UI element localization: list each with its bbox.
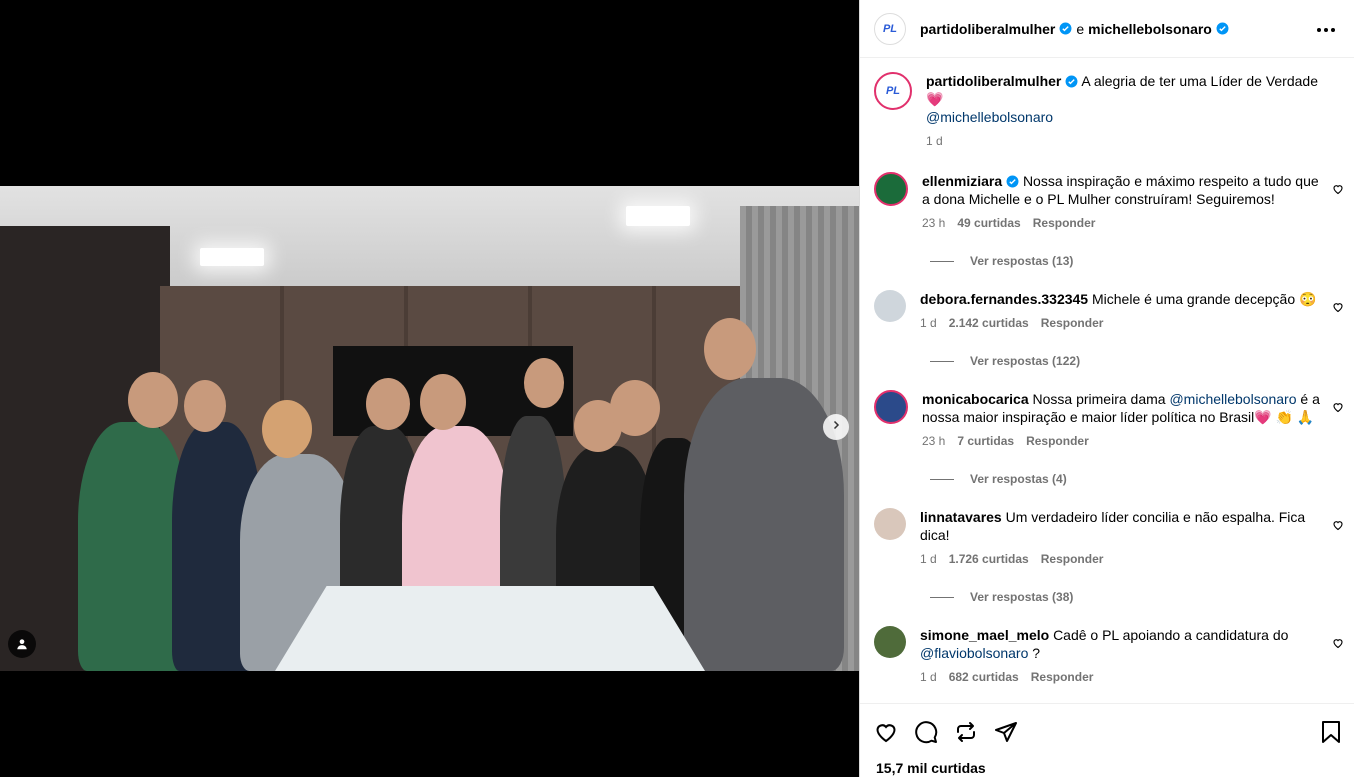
- post-actions: 15,7 mil curtidas: [860, 703, 1354, 777]
- caption: PL partidoliberalmulher A alegria de ter…: [874, 72, 1344, 150]
- view-replies-label: Ver respostas (38): [970, 590, 1074, 604]
- more-icon[interactable]: [1312, 16, 1340, 42]
- verified-badge-icon: [1006, 175, 1019, 188]
- comment-likes[interactable]: 49 curtidas: [957, 214, 1020, 232]
- author-link-2[interactable]: michellebolsonaro: [1088, 21, 1212, 37]
- comment-icon[interactable]: [914, 718, 938, 746]
- comment-item: ellenmiziara Nossa inspiração e máximo r…: [874, 172, 1344, 232]
- view-replies-button[interactable]: Ver respostas (122): [930, 354, 1080, 368]
- heart-icon[interactable]: [1332, 518, 1344, 536]
- avatar[interactable]: PL: [874, 12, 906, 45]
- avatar-label: PL: [885, 85, 901, 97]
- author-link-1[interactable]: partidoliberalmulher: [920, 21, 1055, 37]
- comment-item: linnatavares Um verdadeiro líder concili…: [874, 508, 1344, 568]
- avatar[interactable]: [874, 390, 908, 424]
- comment-time: 1 d: [920, 552, 937, 566]
- comment-mention[interactable]: @michellebolsonaro: [1169, 391, 1296, 407]
- chevron-right-icon: [830, 418, 842, 436]
- view-replies-button[interactable]: Ver respostas (38): [930, 590, 1073, 604]
- reply-button[interactable]: Responder: [1033, 214, 1096, 232]
- post-panel: PL partidoliberalmulher e michellebolson…: [859, 0, 1354, 777]
- post-header: PL partidoliberalmulher e michellebolson…: [860, 0, 1354, 58]
- comments-list: PL partidoliberalmulher A alegria de ter…: [860, 58, 1354, 703]
- verified-badge-icon: [1059, 22, 1072, 35]
- avatar-label: PL: [882, 22, 898, 35]
- caption-mention[interactable]: @michellebolsonaro: [926, 109, 1053, 125]
- reply-button[interactable]: Responder: [1041, 314, 1104, 332]
- comment-time: 1 d: [920, 316, 937, 330]
- comment-likes[interactable]: 7 curtidas: [957, 432, 1014, 450]
- comment-likes[interactable]: 2.142 curtidas: [949, 314, 1029, 332]
- heart-icon[interactable]: [1332, 400, 1344, 418]
- user-tag-icon[interactable]: [8, 630, 36, 658]
- comment-username[interactable]: monicabocarica: [922, 391, 1029, 407]
- reply-button[interactable]: Responder: [1031, 668, 1094, 686]
- comment-item: monicabocarica Nossa primeira dama @mich…: [874, 390, 1344, 450]
- comment-time: 23 h: [922, 434, 946, 448]
- comment-text: Michele é uma grande decepção 😳: [1091, 291, 1317, 307]
- view-replies-label: Ver respostas (4): [970, 472, 1067, 486]
- likes-count[interactable]: 15,7 mil curtidas: [876, 760, 986, 776]
- heart-icon[interactable]: [1332, 300, 1344, 318]
- comment-username[interactable]: simone_mael_melo: [920, 627, 1049, 643]
- comment-time: 1 d: [920, 670, 937, 684]
- comment-likes[interactable]: 682 curtidas: [949, 668, 1019, 686]
- comment-mention[interactable]: @flaviobolsonaro: [920, 645, 1028, 661]
- post-media: [0, 0, 859, 777]
- avatar[interactable]: [874, 626, 906, 658]
- avatar[interactable]: [874, 290, 906, 322]
- action-bar: [874, 718, 1342, 746]
- verified-badge-icon: [1065, 75, 1078, 88]
- view-replies-label: Ver respostas (122): [970, 354, 1081, 368]
- comment-username[interactable]: linnatavares: [920, 509, 1002, 525]
- save-icon[interactable]: [1320, 718, 1342, 746]
- heart-icon[interactable]: [874, 718, 898, 746]
- post-authors: partidoliberalmulher e michellebolsonaro: [920, 21, 1229, 37]
- comment-username[interactable]: ellenmiziara: [922, 173, 1002, 189]
- post-photo[interactable]: [0, 186, 859, 671]
- comment-item: debora.fernandes.332345 Michele é uma gr…: [874, 290, 1344, 332]
- next-image-button[interactable]: [823, 414, 849, 440]
- comment-text-cont: ?: [1032, 645, 1041, 661]
- caption-username[interactable]: partidoliberalmulher: [926, 73, 1061, 89]
- comment-likes[interactable]: 1.726 curtidas: [949, 550, 1029, 568]
- comment-time: 23 h: [922, 216, 946, 230]
- comment-item: simone_mael_melo Cadê o PL apoiando a ca…: [874, 626, 1344, 686]
- view-replies-button[interactable]: Ver respostas (4): [930, 472, 1067, 486]
- view-replies-label: Ver respostas (13): [970, 254, 1074, 268]
- heart-icon[interactable]: [1332, 182, 1344, 200]
- comment-text: Cadê o PL apoiando a candidatura do: [1053, 627, 1289, 643]
- comment-username[interactable]: debora.fernandes.332345: [920, 291, 1088, 307]
- avatar[interactable]: [874, 172, 908, 206]
- authors-joiner: e: [1076, 20, 1085, 37]
- verified-badge-icon: [1216, 22, 1229, 35]
- heart-icon[interactable]: [1332, 636, 1344, 654]
- avatar[interactable]: [874, 508, 906, 540]
- repost-icon[interactable]: [954, 718, 978, 746]
- comment-text: Nossa primeira dama: [1032, 391, 1166, 407]
- reply-button[interactable]: Responder: [1041, 550, 1104, 568]
- reply-button[interactable]: Responder: [1026, 432, 1089, 450]
- view-replies-button[interactable]: Ver respostas (13): [930, 254, 1073, 268]
- avatar[interactable]: PL: [874, 72, 912, 110]
- caption-time: 1 d: [926, 134, 943, 148]
- share-icon[interactable]: [994, 718, 1018, 746]
